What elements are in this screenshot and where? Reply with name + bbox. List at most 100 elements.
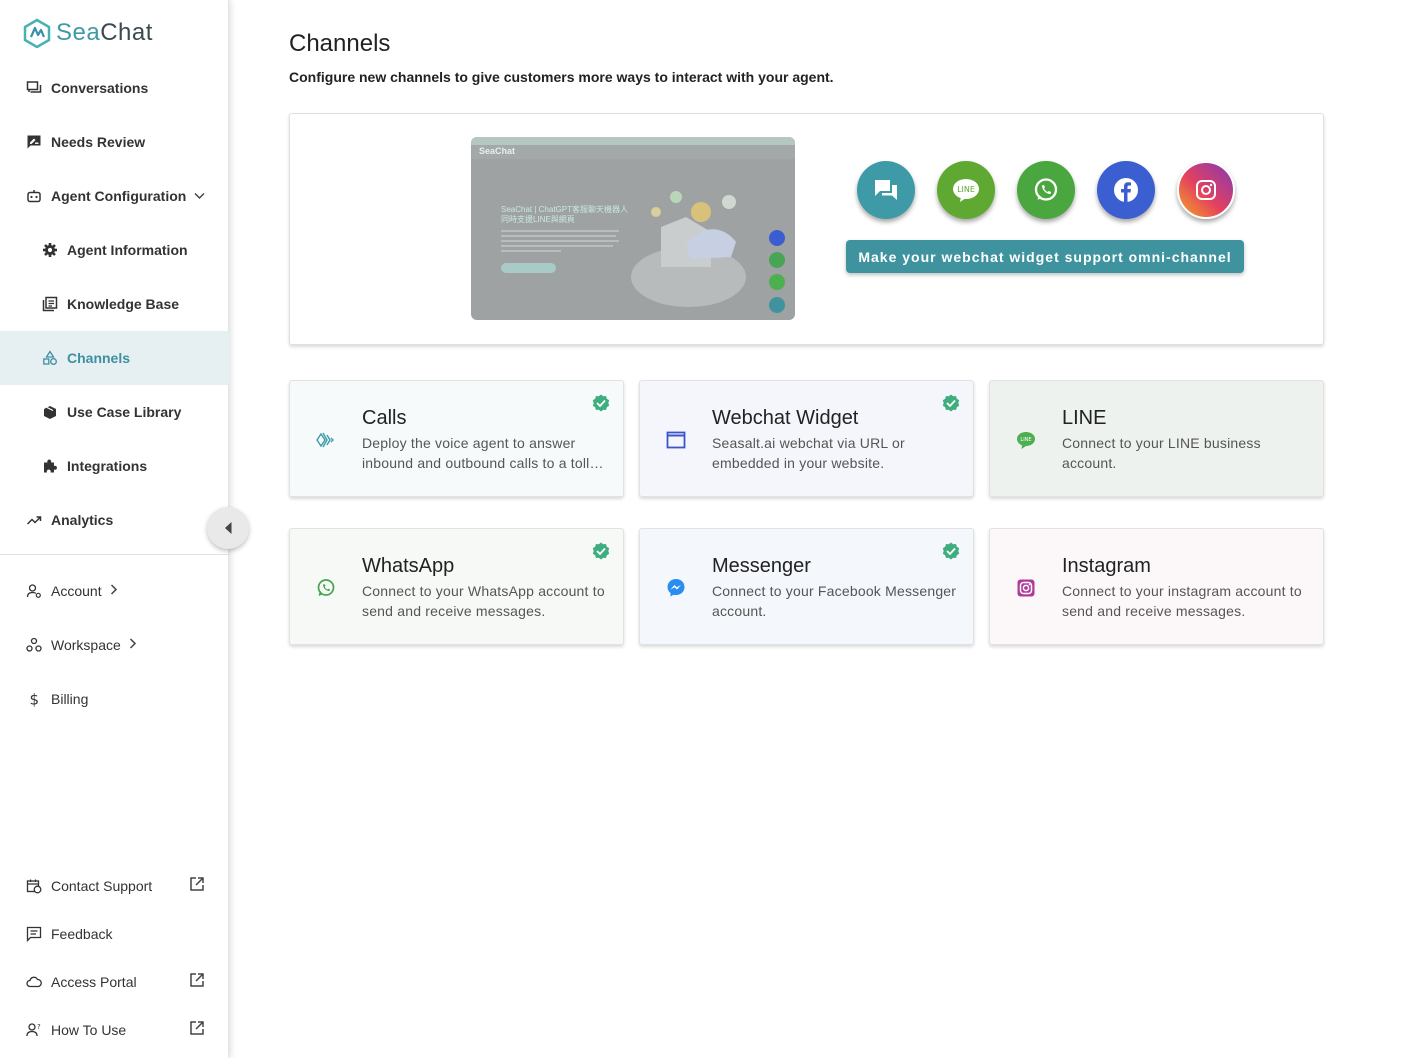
sidebar-item-use-case-library[interactable]: Use Case Library xyxy=(0,386,229,438)
sidebar: SeaChat Conversations Needs Review Agent… xyxy=(0,0,229,1058)
library-books-icon xyxy=(41,295,59,313)
omni-webchat-button[interactable] xyxy=(857,161,915,219)
omni-channel-button[interactable]: Make your webchat widget support omni-ch… xyxy=(846,240,1244,273)
svg-text:?: ? xyxy=(37,1023,41,1031)
facebook-icon xyxy=(1114,178,1138,202)
sidebar-item-analytics[interactable]: Analytics xyxy=(0,494,229,546)
sidebar-item-conversations[interactable]: Conversations xyxy=(0,62,229,114)
main-content: Channels Configure new channels to give … xyxy=(229,0,1427,1058)
channel-card-line[interactable]: LINE LINE Connect to your LINE business … xyxy=(989,380,1324,497)
sidebar-item-channels[interactable]: Channels xyxy=(0,331,229,385)
channel-card-messenger[interactable]: Messenger Connect to your Facebook Messe… xyxy=(639,528,974,645)
open-in-new-icon xyxy=(190,1021,204,1035)
browser-window-icon xyxy=(665,429,687,451)
instagram-icon xyxy=(1196,180,1216,200)
collapse-sidebar-button[interactable] xyxy=(207,507,249,549)
instagram-icon xyxy=(1015,577,1037,599)
channel-card-title: Calls xyxy=(362,407,407,429)
gear-icon xyxy=(41,241,59,259)
page-subtitle: Configure new channels to give customers… xyxy=(289,69,834,85)
open-in-new-icon xyxy=(190,877,204,891)
puzzle-icon xyxy=(41,457,59,475)
omni-instagram-button[interactable] xyxy=(1177,161,1235,219)
verified-check-icon xyxy=(942,394,960,412)
sidebar-item-how-to-use[interactable]: ? How To Use xyxy=(0,1004,229,1056)
sidebar-item-billing[interactable]: $ Billing xyxy=(0,673,229,725)
sidebar-item-contact-support[interactable]: Contact Support xyxy=(0,860,229,912)
sidebar-item-label: Access Portal xyxy=(51,974,137,990)
preview-whatsapp-dot xyxy=(769,252,785,268)
channel-card-title: LINE xyxy=(1062,407,1107,429)
seachat-logo-icon xyxy=(23,18,51,48)
sidebar-item-label: Workspace xyxy=(51,637,121,653)
verified-check-icon xyxy=(592,542,610,560)
chevron-right-icon xyxy=(110,584,118,598)
page-title: Channels xyxy=(289,30,391,57)
preview-facebook-dot xyxy=(769,230,785,246)
feedback-icon xyxy=(25,925,43,943)
sidebar-item-agent-configuration[interactable]: Agent Configuration xyxy=(0,170,229,222)
omni-channel-banner: SeaChat SeaChat | ChatGPT客服聊天機器人同時支援LINE… xyxy=(289,113,1324,345)
channel-card-title: WhatsApp xyxy=(362,555,455,577)
channel-card-desc: Connect to your WhatsApp account to send… xyxy=(362,583,605,619)
open-in-new-icon xyxy=(190,973,204,987)
dollar-icon: $ xyxy=(25,690,43,708)
sidebar-item-label: Account xyxy=(51,583,102,599)
omni-line-button[interactable]: LINE xyxy=(937,161,995,219)
channel-card-calls[interactable]: Calls Deploy the voice agent to answer i… xyxy=(289,380,624,497)
preview-illustration-figure xyxy=(651,191,736,267)
sidebar-item-needs-review[interactable]: Needs Review xyxy=(0,116,229,168)
preview-logo: SeaChat xyxy=(479,146,516,156)
person-help-icon: ? xyxy=(25,1021,43,1039)
seachat-logo[interactable]: SeaChat xyxy=(22,18,153,48)
sidebar-item-access-portal[interactable]: Access Portal xyxy=(0,956,229,1008)
account-settings-icon xyxy=(25,582,43,600)
chevron-down-icon xyxy=(194,189,205,203)
sidebar-item-agent-information[interactable]: Agent Information xyxy=(0,224,229,276)
line-icon: LINE xyxy=(1015,429,1037,451)
webchat-preview-image: SeaChat SeaChat | ChatGPT客服聊天機器人同時支援LINE… xyxy=(471,137,795,320)
chevron-right-icon xyxy=(129,638,137,652)
sidebar-item-integrations[interactable]: Integrations xyxy=(0,440,229,492)
whatsapp-icon xyxy=(315,577,337,599)
seachat-logo-text: SeaChat xyxy=(56,19,153,46)
sidebar-item-label: Conversations xyxy=(51,80,149,96)
preview-chat-dot xyxy=(769,297,785,313)
omni-facebook-button[interactable] xyxy=(1097,161,1155,219)
trending-up-icon xyxy=(25,511,43,529)
verified-check-icon xyxy=(592,394,610,412)
svg-text:LINE: LINE xyxy=(1020,437,1031,443)
sidebar-divider xyxy=(0,554,229,555)
sidebar-item-workspace[interactable]: Workspace xyxy=(0,619,229,671)
sidebar-item-account[interactable]: Account xyxy=(0,565,229,617)
sidebar-item-label: Feedback xyxy=(51,926,113,942)
channel-card-title: Webchat Widget xyxy=(712,407,859,429)
chat-bubbles-icon xyxy=(875,180,897,200)
sidebar-item-label: Use Case Library xyxy=(67,404,182,420)
omni-whatsapp-button[interactable] xyxy=(1017,161,1075,219)
sidebar-item-knowledge-base[interactable]: Knowledge Base xyxy=(0,278,229,330)
cloud-portal-icon xyxy=(25,973,43,991)
channel-card-webchat-widget[interactable]: Webchat Widget Seasalt.ai webchat via UR… xyxy=(639,380,974,497)
sidebar-item-label: Needs Review xyxy=(51,134,146,150)
sidebar-item-feedback[interactable]: Feedback xyxy=(0,908,229,960)
sidebar-item-label: Agent Information xyxy=(67,242,188,258)
caret-left-icon xyxy=(225,522,232,534)
sidebar-item-label: Integrations xyxy=(67,458,148,474)
line-icon: LINE xyxy=(953,179,979,202)
robot-icon xyxy=(25,187,43,205)
sidebar-item-label: Channels xyxy=(67,350,131,366)
svg-text:$: $ xyxy=(30,691,40,707)
calendar-clock-icon xyxy=(25,877,43,895)
channel-card-instagram[interactable]: Instagram Connect to your instagram acco… xyxy=(989,528,1324,645)
channel-card-whatsapp[interactable]: WhatsApp Connect to your WhatsApp accoun… xyxy=(289,528,624,645)
calls-waveform-icon xyxy=(315,429,337,451)
omni-channel-icons: LINE xyxy=(857,161,1235,219)
sidebar-item-label: Agent Configuration xyxy=(51,188,187,204)
messenger-icon xyxy=(665,577,687,599)
preview-heading: SeaChat | ChatGPT客服聊天機器人同時支援LINE與網頁 xyxy=(501,205,628,224)
sidebar-item-label: Contact Support xyxy=(51,878,153,894)
channel-card-desc: Connect to your instagram account to sen… xyxy=(1062,583,1302,619)
channel-card-desc: Seasalt.ai webchat via URL or embedded i… xyxy=(712,435,905,471)
verified-check-icon xyxy=(942,542,960,560)
